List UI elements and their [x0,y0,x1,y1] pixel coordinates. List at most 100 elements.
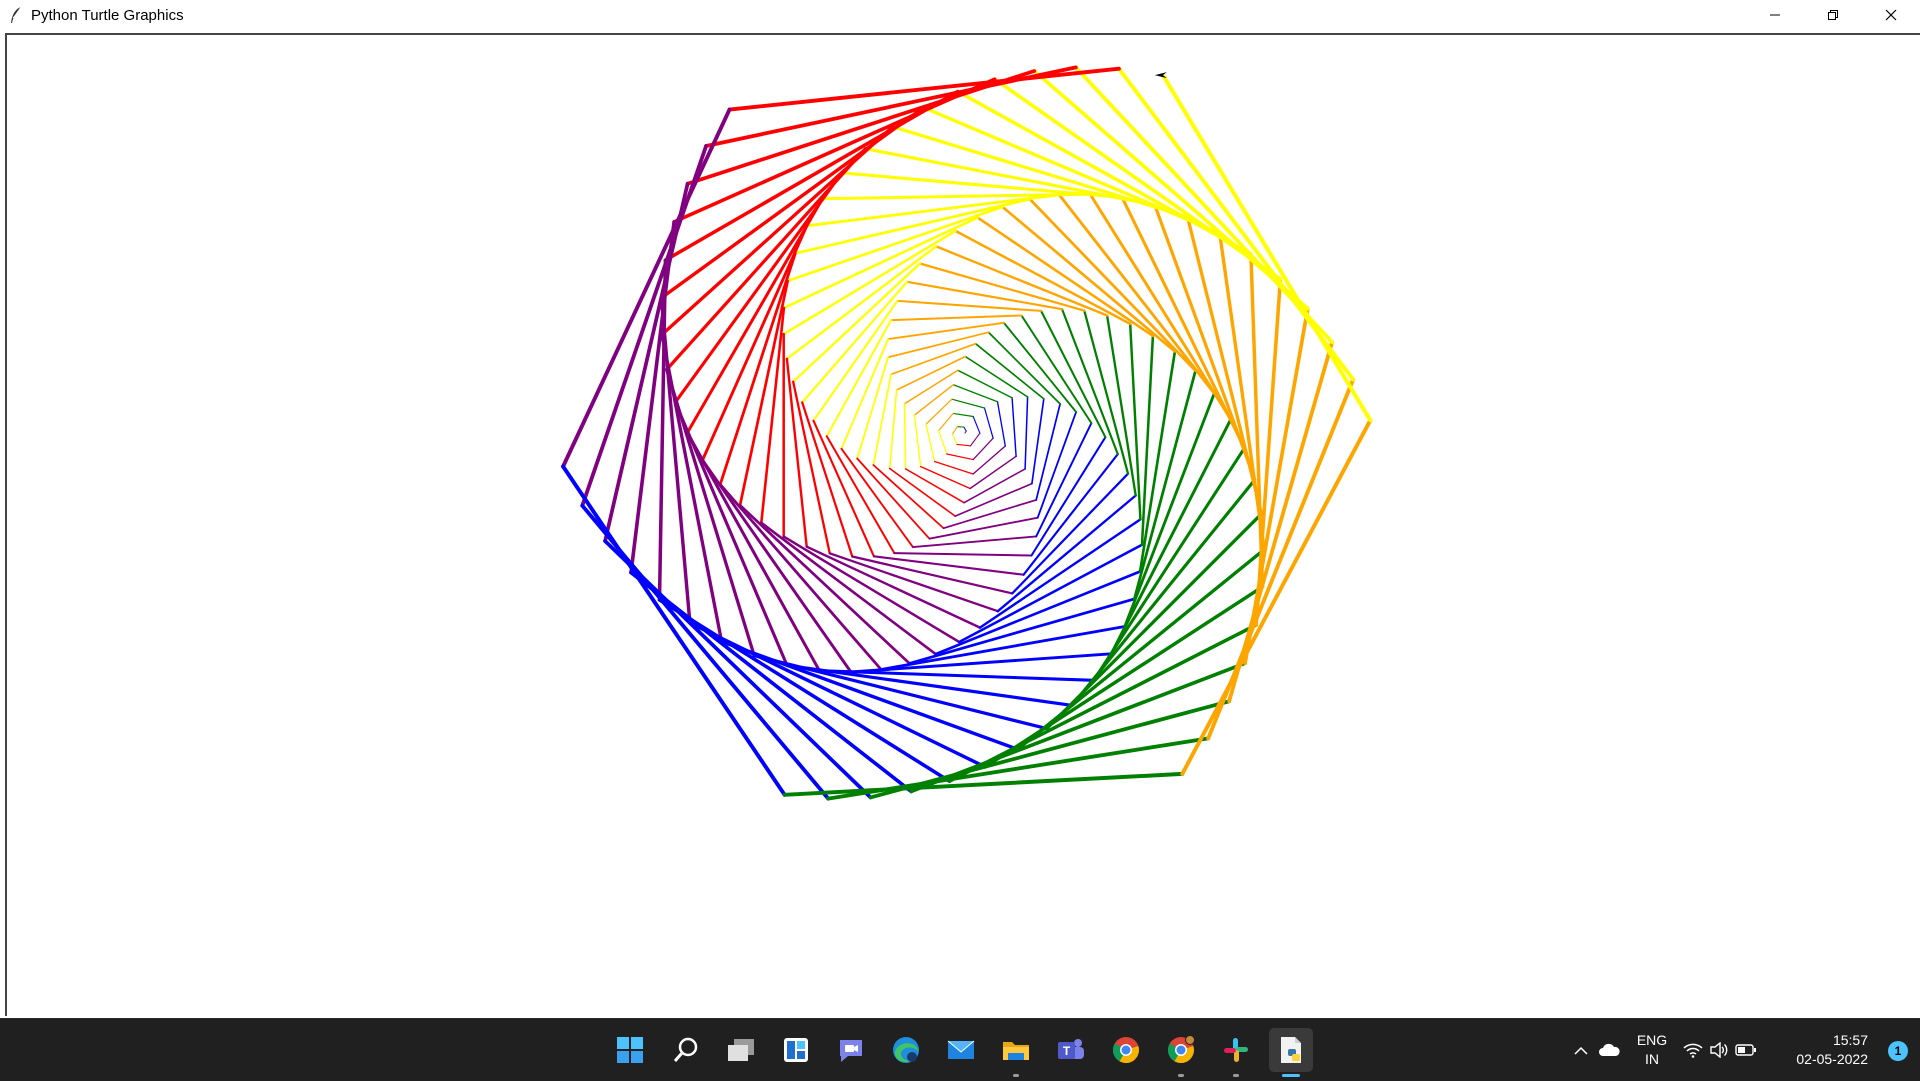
spiral-segment [1036,404,1060,500]
teams-button[interactable]: T [1049,1028,1093,1072]
slack-button[interactable] [1214,1028,1258,1072]
spiral-segment [888,323,1004,339]
spiral-segment [935,462,974,475]
widgets-button[interactable] [774,1028,818,1072]
spiral-segment [1022,316,1092,424]
spiral-segment [1032,437,1106,555]
slack-icon [1222,1036,1250,1064]
wifi-button[interactable] [1680,1042,1706,1058]
spiral-segment [973,446,1005,474]
spiral-segment [730,69,1119,110]
task-view-button[interactable] [719,1028,763,1072]
chat-button[interactable] [829,1028,873,1072]
battery-button[interactable] [1732,1043,1760,1057]
close-button[interactable] [1862,0,1920,30]
spiral-segment [973,417,980,434]
spiral-segment [873,465,943,528]
spiral-segment [964,427,966,431]
spiral-segment [785,774,1183,795]
speaker-icon [1709,1042,1729,1058]
restore-icon [1827,9,1839,21]
onedrive-button[interactable] [1594,1043,1624,1057]
chrome-profile-button[interactable] [1159,1028,1203,1072]
minimize-icon [1769,9,1781,21]
cloud-icon [1598,1043,1620,1057]
volume-button[interactable] [1706,1042,1732,1058]
show-hidden-icons-button[interactable] [1568,1045,1594,1055]
spiral-segment [890,390,897,469]
spiral-segment [1220,233,1265,549]
spiral-segment [842,449,913,547]
turtle-canvas[interactable] [5,33,1920,1016]
running-indicator [1178,1074,1184,1077]
window-titlebar: Python Turtle Graphics [0,0,1920,30]
spiral-segment [720,484,881,669]
active-indicator [1282,1074,1300,1077]
spiral-segment [905,404,906,469]
spiral-segment [873,374,891,465]
task-view-icon [726,1037,756,1063]
spiral-segment [793,264,920,382]
folder-icon [1001,1037,1031,1063]
chat-icon [836,1036,866,1064]
spiral-segment [1024,454,1118,575]
taskbar: T [0,1018,1920,1081]
start-button[interactable] [608,1028,652,1072]
spiral-segment [851,654,1111,672]
spiral-segment [761,308,784,523]
spiral-segment [952,399,985,408]
language-indicator[interactable]: ENG IN [1624,1031,1680,1069]
spiral-segment [914,385,953,416]
spiral-drawing [7,35,1918,1014]
spiral-segment [976,344,1044,399]
spiral-segment [985,408,994,438]
edge-button[interactable] [884,1028,928,1072]
spiral-segment [891,344,976,375]
spiral-segment [955,484,1032,516]
python-button[interactable] [1269,1028,1313,1072]
spiral-segment [947,454,973,460]
spiral-segment [1032,399,1044,484]
spiral-segment [980,519,1140,627]
window-title: Python Turtle Graphics [31,7,184,24]
language-code: ENG [1624,1031,1680,1050]
spiral-segment [926,424,935,461]
spiral-segment [914,415,920,466]
minimize-button[interactable] [1746,0,1804,30]
spiral-segment [970,456,1016,488]
spiral-segment [788,207,1003,281]
spiral-segment [661,108,923,298]
spiral-segment [891,316,1021,321]
chrome-button[interactable] [1104,1028,1148,1072]
restore-button[interactable] [1804,0,1862,30]
chrome-icon [1111,1035,1141,1065]
spiral-segment [939,413,954,430]
chevron-up-icon [1573,1045,1589,1055]
svg-text:T: T [1063,1044,1071,1058]
spiral-segment [1084,311,1128,474]
battery-icon [1735,1043,1757,1057]
spiral-segment [827,436,895,553]
spiral-segment [874,556,1024,574]
notification-badge[interactable]: 1 [1888,1041,1908,1061]
spiral-segment [953,413,973,416]
spiral-segment [921,467,970,489]
windows-logo-icon [616,1036,644,1064]
spiral-segment [740,281,788,505]
search-icon [672,1036,700,1064]
search-button[interactable] [664,1028,708,1072]
spiral-segment [1142,336,1153,545]
spiral-segment [894,553,1031,555]
mail-icon [946,1038,976,1062]
clock[interactable]: 15:57 02-05-2022 [1796,1031,1868,1069]
wifi-icon [1683,1042,1703,1058]
spiral-segment [907,282,1062,309]
teams-icon: T [1056,1036,1086,1064]
spiral-segment [952,427,957,435]
edge-icon [891,1035,921,1065]
file-explorer-button[interactable] [994,1028,1038,1072]
mail-button[interactable] [939,1028,983,1072]
spiral-segment [998,496,1136,612]
spiral-segment [1012,474,1128,594]
feather-icon [7,5,25,25]
